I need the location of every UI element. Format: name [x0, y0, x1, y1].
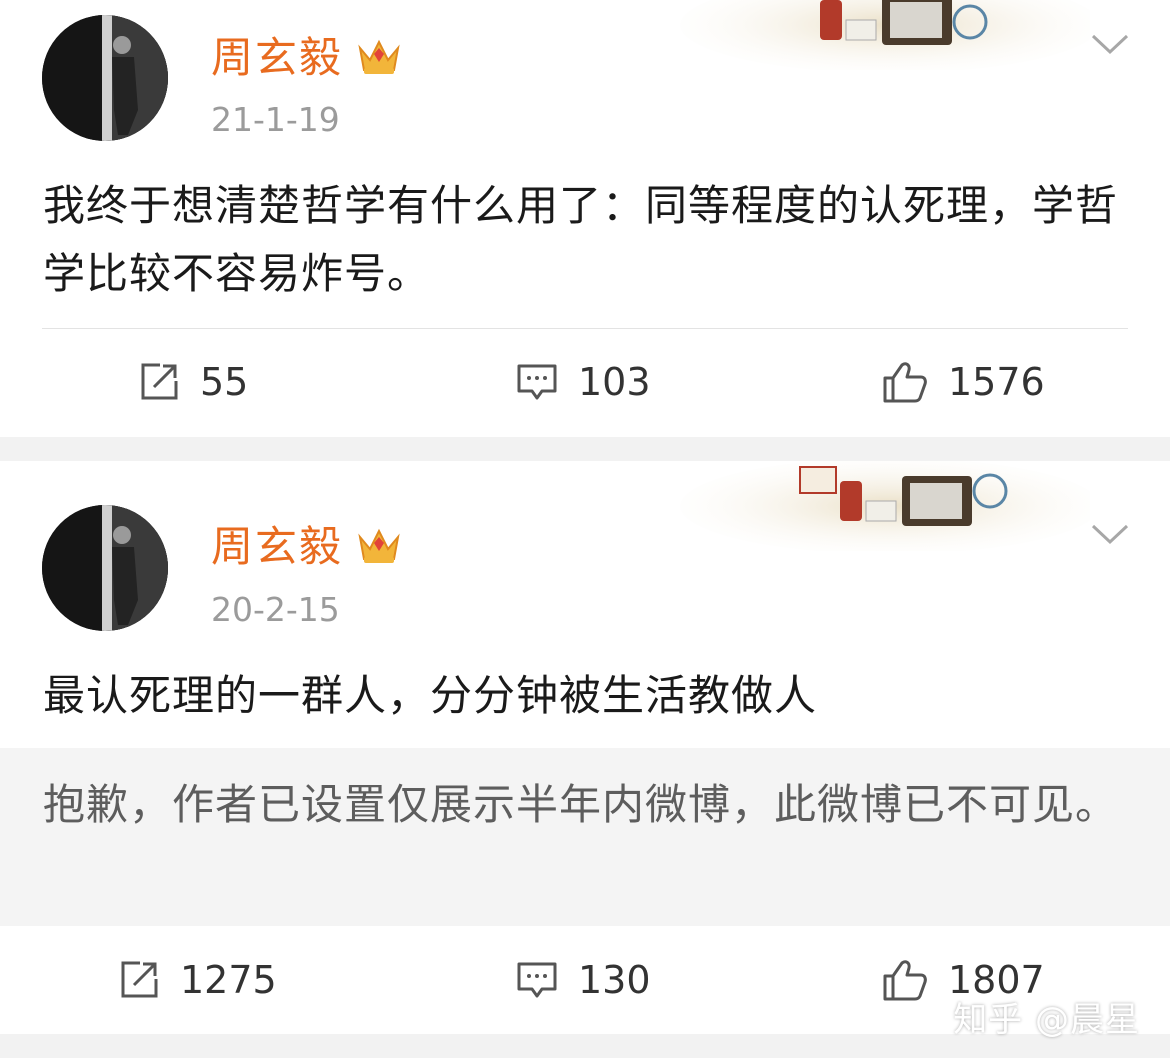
weibo-post-card: 周玄毅 21-1-19 我终于想清楚哲学有什么用了：同等程度的认死理，学哲学比较…	[0, 0, 1170, 437]
post-date: 20-2-15	[211, 590, 340, 629]
like-count: 1576	[948, 360, 1045, 404]
comment-bubble-icon	[517, 962, 557, 998]
decorative-banner-illustration	[680, 461, 1090, 551]
like-button[interactable]: 1576	[882, 342, 1045, 422]
username[interactable]: 周玄毅	[211, 526, 343, 568]
repost-button[interactable]: 55	[138, 342, 248, 422]
share-square-icon	[141, 363, 178, 400]
watermark: 知乎 @晨星	[953, 1000, 1140, 1040]
crown-icon	[358, 528, 400, 563]
comment-button[interactable]: 130	[516, 940, 651, 1020]
avatar[interactable]	[42, 15, 168, 141]
avatar[interactable]	[42, 505, 168, 631]
hidden-notice-text: 抱歉，作者已设置仅展示半年内微博，此微博已不可见。	[43, 780, 1119, 829]
post-text: 最认死理的一群人，分分钟被生活教做人	[43, 671, 818, 720]
thumbs-up-icon	[883, 960, 927, 1001]
post-date: 21-1-19	[211, 100, 340, 139]
action-bar: 55 103 1576	[0, 342, 1170, 422]
weibo-post-card: 周玄毅 20-2-15 最认死理的一群人，分分钟被生活教做人 抱歉，作者已设置仅…	[0, 461, 1170, 1034]
comment-bubble-icon	[517, 364, 557, 400]
comment-count: 103	[578, 360, 651, 404]
thumbs-up-icon	[883, 362, 927, 403]
repost-count: 55	[200, 360, 249, 404]
post-text: 我终于想清楚哲学有什么用了：同等程度的认死理，学哲学比较不容易炸号。	[43, 181, 1119, 298]
username[interactable]: 周玄毅	[211, 37, 343, 79]
divider	[42, 328, 1128, 329]
retweet-hidden-notice[interactable]: 抱歉，作者已设置仅展示半年内微博，此微博已不可见。	[0, 748, 1170, 926]
share-square-icon	[121, 961, 158, 998]
next-post-card	[0, 1058, 1170, 1062]
repost-count: 1275	[180, 958, 277, 1002]
crown-icon	[358, 39, 400, 74]
decorative-banner-illustration	[680, 0, 1090, 70]
chevron-down-icon[interactable]	[1090, 32, 1130, 56]
repost-button[interactable]: 1275	[118, 940, 277, 1020]
chevron-down-icon[interactable]	[1090, 522, 1130, 546]
comment-count: 130	[578, 958, 651, 1002]
comment-button[interactable]: 103	[516, 342, 651, 422]
